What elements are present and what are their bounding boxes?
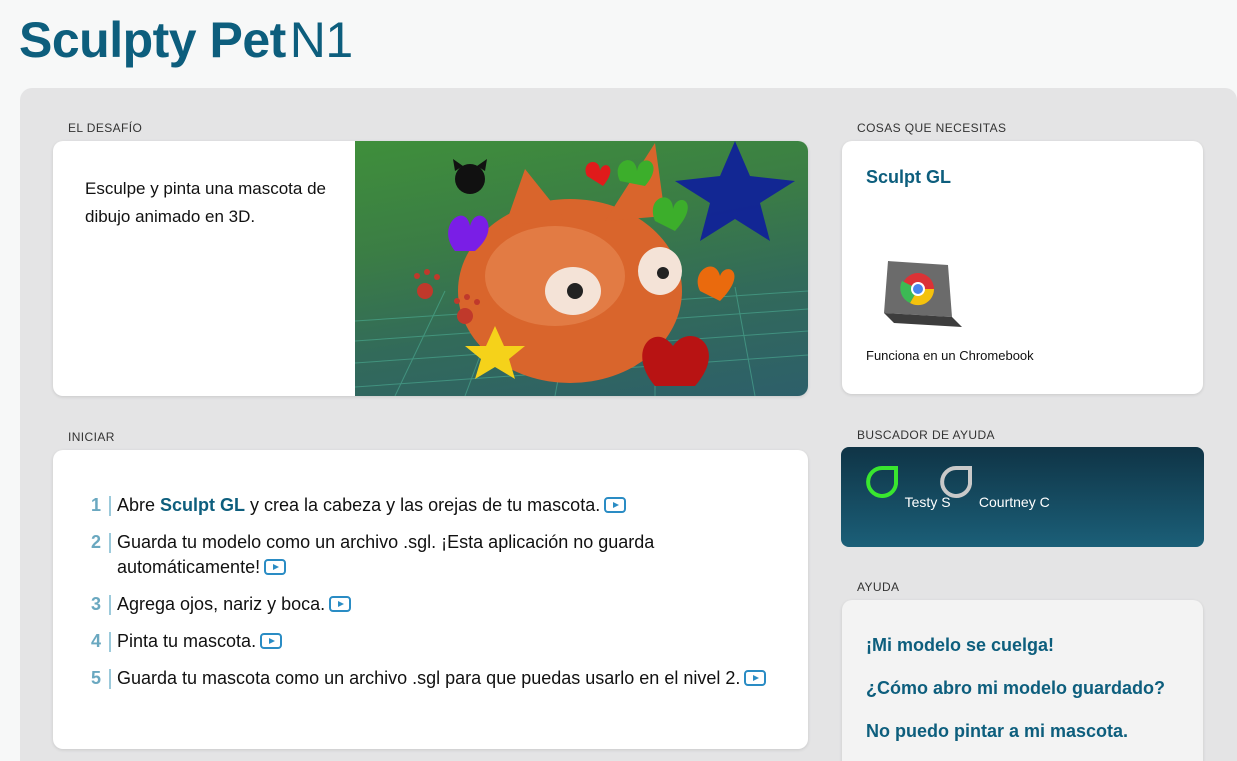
things-label: COSAS QUE NECESITAS [857,121,1007,135]
play-video-icon[interactable] [260,633,283,649]
step-number: 2 [91,530,117,555]
challenge-text: Esculpe y pinta una mascota de dibujo an… [85,179,326,226]
chromebook-icon [884,261,962,327]
helper-courtney-c[interactable]: Courtney C [937,465,1050,510]
step-text: Guarda tu mascota como un archivo .sgl p… [117,666,791,691]
step-4: 4 Pinta tu mascota. [91,629,791,654]
help-card: ¡Mi modelo se cuelga! ¿Cómo abro mi mode… [842,600,1203,761]
step-5: 5 Guarda tu mascota como un archivo .sgl… [91,666,791,691]
play-video-icon[interactable] [744,670,767,686]
step-text-before: Guarda tu modelo como un archivo .sgl. ¡… [117,532,655,577]
page-title-name: Sculpty Pet [19,12,286,68]
helper-drop-icon [866,466,898,498]
step-text-after: y crea la cabeza y las orejas de tu masc… [245,495,601,515]
start-label: INICIAR [68,430,115,444]
page-title: Sculpty PetN1 [19,10,353,70]
play-video-icon[interactable] [604,497,627,513]
step-text: Pinta tu mascota. [117,629,791,654]
step-text-before: Agrega ojos, nariz y boca. [117,594,326,614]
step-text: Abre Sculpt GL y crea la cabeza y las or… [117,493,791,518]
play-video-icon[interactable] [264,559,287,575]
play-video-icon[interactable] [329,596,352,612]
step-number: 3 [91,592,117,617]
help-label: AYUDA [857,580,900,594]
helper-name: Courtney C [978,494,1050,510]
things-card: Sculpt GL Funciona en un Chromebook [842,141,1203,394]
step-text: Guarda tu modelo como un archivo .sgl. ¡… [117,530,791,580]
step-number: 4 [91,629,117,654]
start-card: 1 Abre Sculpt GL y crea la cabeza y las … [53,450,808,749]
step-number: 1 [91,493,117,518]
help-link-cannot-paint[interactable]: No puedo pintar a mi mascota. [866,721,1128,742]
step-text-before: Pinta tu mascota. [117,631,257,651]
challenge-label: EL DESAFÍO [68,121,143,135]
step-text-before: Guarda tu mascota como un archivo .sgl p… [117,668,741,688]
page-title-level: N1 [289,12,353,68]
sculpt-gl-link[interactable]: Sculpt GL [866,167,951,188]
help-finder: Testy S Courtney C [841,447,1204,547]
step-text-before: Abre [117,495,161,515]
step-number: 5 [91,666,117,691]
challenge-image [355,141,808,396]
cartoon-cat-illustration [355,141,808,396]
helper-drop-icon [940,466,972,498]
step-2: 2 Guarda tu modelo como un archivo .sgl.… [91,530,791,580]
challenge-card: Esculpe y pinta una mascota de dibujo an… [53,141,808,396]
step-text: Agrega ojos, nariz y boca. [117,592,791,617]
help-finder-label: BUSCADOR DE AYUDA [857,428,995,442]
sculpt-gl-step-link[interactable]: Sculpt GL [160,495,245,515]
step-3: 3 Agrega ojos, nariz y boca. [91,592,791,617]
help-link-crash[interactable]: ¡Mi modelo se cuelga! [866,635,1054,656]
step-1: 1 Abre Sculpt GL y crea la cabeza y las … [91,493,791,518]
help-link-open-saved[interactable]: ¿Cómo abro mi modelo guardado? [866,678,1165,699]
chromebook-caption: Funciona en un Chromebook [866,348,1034,363]
